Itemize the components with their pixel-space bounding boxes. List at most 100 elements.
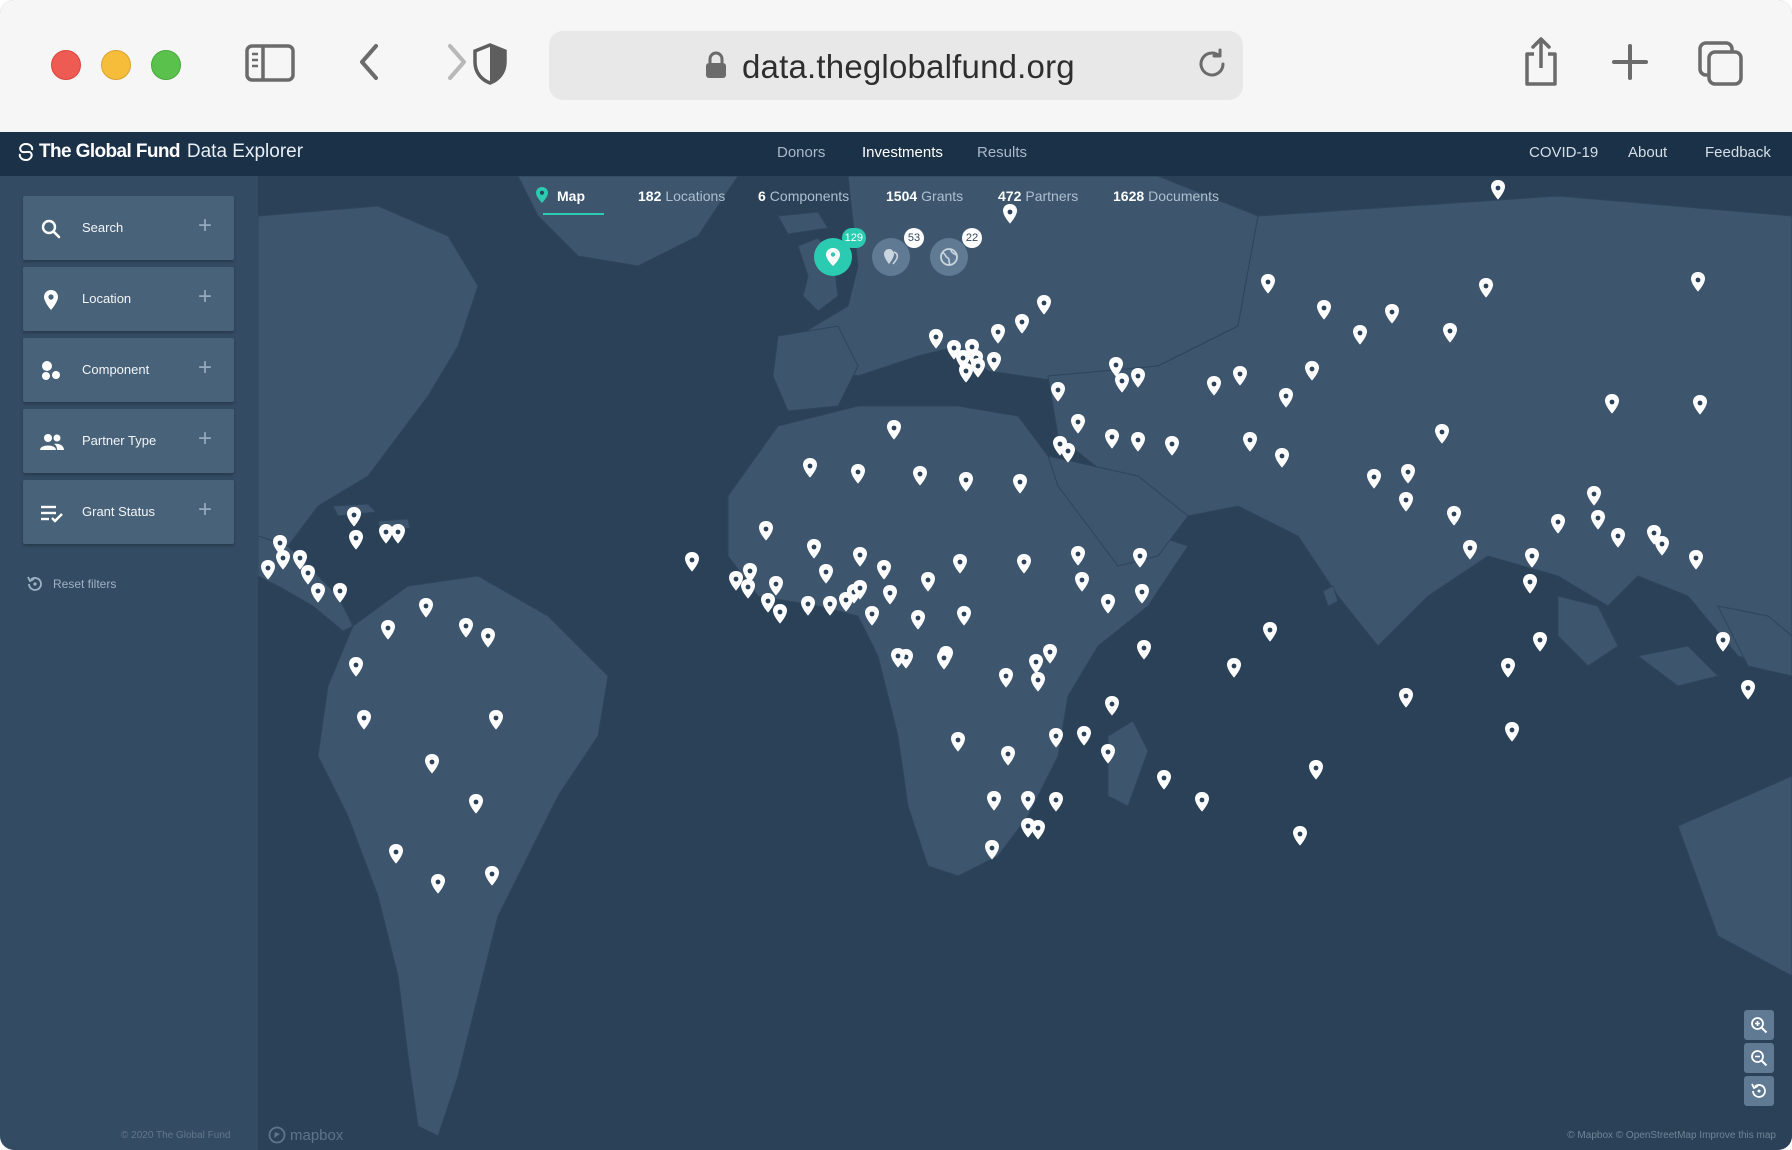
location-pin-dot: [933, 334, 939, 340]
close-window-button[interactable]: [51, 50, 81, 80]
location-pin-dot: [1313, 765, 1319, 771]
location-pin-dot: [963, 368, 969, 374]
location-pin-dot: [280, 555, 286, 561]
zoom-in-button[interactable]: [1744, 1010, 1774, 1040]
location-pin-dot: [1697, 400, 1703, 406]
location-pin-dot: [277, 540, 283, 546]
reset-view-button[interactable]: [1744, 1076, 1774, 1106]
location-pin-dot: [351, 512, 357, 518]
nav-investments[interactable]: Investments: [862, 144, 943, 161]
location-pin-dot: [1079, 577, 1085, 583]
plus-icon[interactable]: +: [198, 355, 212, 381]
minimize-window-button[interactable]: [101, 50, 131, 80]
location-pin-dot: [485, 633, 491, 639]
location-pin-dot: [1139, 589, 1145, 595]
grants-label: Grants: [921, 188, 964, 204]
location-pin-dot: [489, 871, 495, 877]
location-pin-dot: [1357, 330, 1363, 336]
share-icon[interactable]: [1521, 36, 1561, 88]
location-pin-dot: [823, 569, 829, 575]
location-pin-dot: [917, 471, 923, 477]
location-pin-dot: [1109, 434, 1115, 440]
tab-map[interactable]: Map: [536, 186, 585, 204]
location-pin-dot: [473, 799, 479, 805]
filter-location[interactable]: Location +: [23, 267, 234, 331]
location-pin-dot: [1003, 673, 1009, 679]
url-text: data.theglobalfund.org: [742, 48, 1075, 85]
nav-results[interactable]: Results: [977, 144, 1027, 161]
maximize-window-button[interactable]: [151, 50, 181, 80]
nav-feedback[interactable]: Feedback: [1705, 144, 1771, 161]
location-pin-dot: [1211, 381, 1217, 387]
location-pin-dot: [1141, 645, 1147, 651]
location-pin-dot: [1693, 555, 1699, 561]
map-attribution[interactable]: © Mapbox © OpenStreetMap Improve this ma…: [1567, 1130, 1776, 1141]
address-bar[interactable]: data.theglobalfund.org: [549, 31, 1243, 100]
tab-partners[interactable]: 472 Partners: [998, 188, 1078, 204]
filter-partner-type-label: Partner Type: [82, 433, 157, 448]
location-pin-dot: [1595, 515, 1601, 521]
location-pin-dot: [1403, 693, 1409, 699]
cluster-multi-country[interactable]: 53: [872, 228, 924, 276]
filter-component[interactable]: Component +: [23, 338, 234, 402]
location-pin-dot: [393, 849, 399, 855]
location-pin-dot: [265, 565, 271, 571]
location-pin-dot: [1119, 378, 1125, 384]
nav-covid[interactable]: COVID-19: [1529, 144, 1598, 161]
plus-icon[interactable]: +: [198, 213, 212, 239]
back-icon[interactable]: [354, 40, 384, 84]
reset-view-icon: [1751, 1083, 1766, 1098]
location-pin-dot: [305, 570, 311, 576]
plus-icon[interactable]: +: [198, 426, 212, 452]
filter-search[interactable]: Search +: [23, 196, 234, 260]
tab-grants[interactable]: 1504 Grants: [886, 188, 963, 204]
nav-about[interactable]: About: [1628, 144, 1667, 161]
location-pin-dot: [991, 796, 997, 802]
cluster-country[interactable]: 129: [814, 228, 866, 276]
reset-filters-button[interactable]: Reset filters: [25, 574, 116, 594]
new-tab-icon[interactable]: [1610, 40, 1650, 84]
location-pin-dot: [1615, 533, 1621, 539]
location-pin-dot: [925, 577, 931, 583]
zoom-out-button[interactable]: [1744, 1043, 1774, 1073]
location-pin-dot: [361, 715, 367, 721]
tab-documents[interactable]: 1628 Documents: [1113, 188, 1219, 204]
location-pin-dot: [763, 526, 769, 532]
location-pin-dot: [747, 568, 753, 574]
plus-icon[interactable]: +: [198, 284, 212, 310]
location-pin-dot: [811, 544, 817, 550]
mapbox-logo[interactable]: mapbox: [268, 1126, 343, 1144]
tab-components[interactable]: 6 Components: [758, 188, 849, 204]
partners-label: Partners: [1025, 188, 1079, 204]
location-pin-dot: [463, 623, 469, 629]
filter-grant-status[interactable]: Grant Status +: [23, 480, 234, 544]
nav-donors[interactable]: Donors: [777, 144, 825, 161]
location-pin-dot: [827, 601, 833, 607]
tabs-overview-icon[interactable]: [1697, 40, 1745, 88]
forward-icon[interactable]: [442, 40, 472, 84]
app-header: The Global Fund Data Explorer Donors Inv…: [0, 132, 1792, 176]
location-pin-dot: [1199, 797, 1205, 803]
cluster-global[interactable]: 22: [930, 228, 982, 276]
location-pin-dot: [1169, 441, 1175, 447]
sidebar-toggle-icon[interactable]: [244, 40, 296, 84]
plus-icon[interactable]: +: [198, 497, 212, 523]
world-map[interactable]: Map 182 Locations 6 Components 1504 Grants …: [258, 176, 1792, 1150]
location-pin-dot: [1447, 328, 1453, 334]
location-pin-dot: [891, 425, 897, 431]
location-pin-dot: [1057, 441, 1063, 447]
tab-locations[interactable]: 182 Locations: [638, 188, 725, 204]
documents-count: 1628: [1113, 188, 1145, 204]
location-pin-dot: [1555, 519, 1561, 525]
location-pin-dot: [991, 357, 997, 363]
location-pin-dot: [969, 344, 975, 350]
location-pin-dot: [1267, 627, 1273, 633]
shield-icon[interactable]: [470, 42, 510, 86]
map-canvas[interactable]: [258, 176, 1792, 1150]
brand-logo[interactable]: The Global Fund Data Explorer: [17, 141, 303, 163]
location-pin-dot: [297, 555, 303, 561]
reload-icon[interactable]: [1195, 47, 1229, 86]
filter-partner-type[interactable]: Partner Type +: [23, 409, 234, 473]
location-pin-dot: [1135, 437, 1141, 443]
location-pin-dot: [1105, 599, 1111, 605]
